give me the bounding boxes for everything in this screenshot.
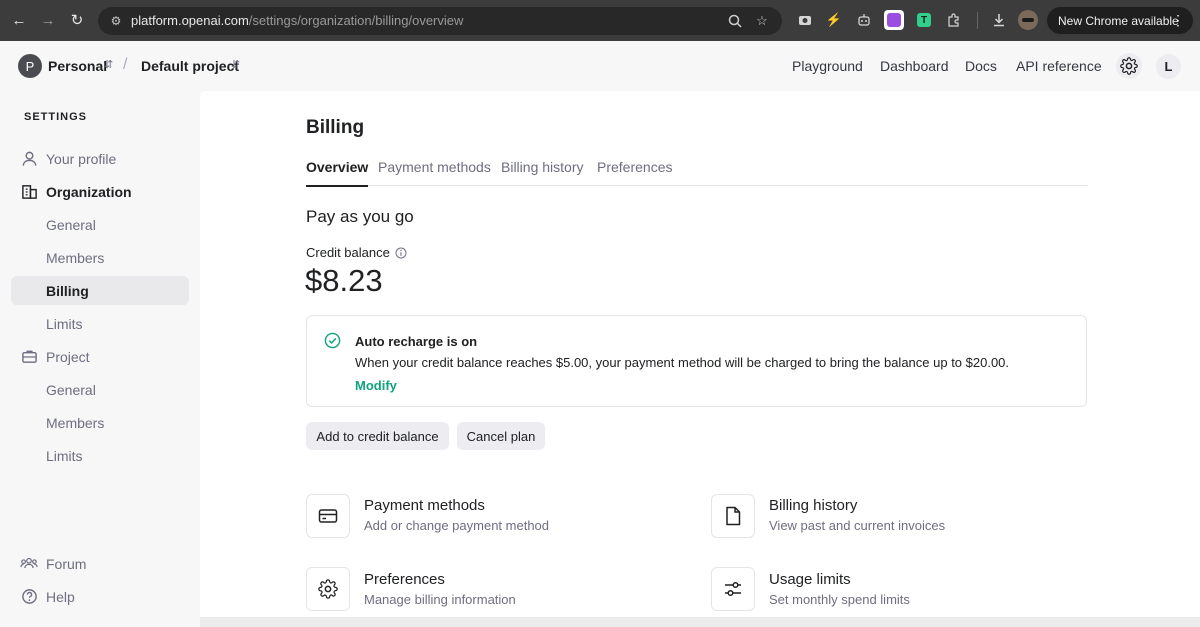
sidebar-item-billing[interactable]: Billing [11, 276, 189, 305]
sidebar-item-label: Organization [46, 184, 132, 200]
extension-camera-icon[interactable] [795, 10, 815, 30]
sidebar-item-label: Limits [46, 316, 83, 332]
more-dots-icon[interactable]: ⋮ [1171, 12, 1185, 29]
sidebar-item-label: General [46, 382, 96, 398]
auto-recharge-title: Auto recharge is on [355, 334, 478, 349]
card-title: Payment methods [364, 497, 485, 514]
org-selector[interactable]: Personal [48, 58, 107, 74]
sidebar-item-label: Members [46, 415, 105, 431]
nav-link-playground[interactable]: Playground [792, 58, 863, 74]
nav-link-docs[interactable]: Docs [965, 58, 997, 74]
billing-panel: Billing Overview Payment methods Billing… [200, 91, 1200, 621]
billing-tabs: Overview Payment methods Billing history… [306, 155, 1088, 187]
bookmark-star-icon[interactable]: ☆ [753, 12, 771, 30]
top-header: P Personal ⇵ / Default project ⇵ Playgro… [0, 41, 1200, 91]
extension-robot-icon[interactable] [854, 10, 874, 30]
url-text[interactable]: platform.openai.com/settings/organizatio… [131, 13, 463, 28]
credit-balance-value: $8.23 [305, 263, 383, 298]
card-subtitle: Add or change payment method [364, 518, 550, 533]
zoom-icon[interactable] [726, 12, 744, 30]
check-circle-icon [324, 332, 341, 349]
nav-link-api-reference[interactable]: API reference [1016, 58, 1102, 74]
sidebar-item-org-members[interactable]: Members [11, 243, 189, 272]
sidebar-item-label: Forum [46, 556, 87, 572]
profile-avatar-icon[interactable] [1018, 10, 1038, 30]
back-icon[interactable]: ← [8, 9, 30, 31]
sidebar-item-project-members[interactable]: Members [11, 408, 189, 437]
breadcrumb-separator: / [123, 56, 128, 73]
sliders-icon [711, 567, 755, 611]
url-path: /settings/organization/billing/overview [248, 13, 464, 28]
project-selector[interactable]: Default project [141, 58, 239, 74]
forward-icon[interactable]: → [37, 9, 59, 31]
url-host: platform.openai.com [131, 13, 249, 28]
sidebar-item-organization[interactable]: Organization [11, 177, 189, 206]
settings-gear-button[interactable] [1116, 53, 1142, 79]
gear-icon [306, 567, 350, 611]
sidebar-item-org-limits[interactable]: Limits [11, 309, 189, 338]
sidebar-item-label: Help [46, 589, 75, 605]
sidebar-item-label: Members [46, 250, 105, 266]
auto-recharge-description: When your credit balance reaches $5.00, … [355, 355, 1010, 370]
sidebar-item-help[interactable]: Help [11, 582, 189, 611]
extension-purple-icon[interactable] [884, 10, 904, 30]
person-icon [20, 149, 38, 167]
modify-link[interactable]: Modify [355, 378, 397, 393]
sidebar-item-project-limits[interactable]: Limits [11, 441, 189, 470]
sidebar-item-label: Limits [46, 448, 83, 464]
nav-link-dashboard[interactable]: Dashboard [880, 58, 949, 74]
card-title: Usage limits [769, 571, 851, 588]
sidebar-item-project-general[interactable]: General [11, 375, 189, 404]
settings-sidebar: SETTINGS Your profile Organization Gener… [0, 91, 200, 627]
plan-name: Pay as you go [306, 207, 414, 226]
sidebar-item-project[interactable]: Project [11, 342, 189, 371]
extensions-puzzle-icon[interactable] [944, 10, 964, 30]
download-icon[interactable] [989, 10, 1009, 30]
page-bottom-edge [200, 617, 1200, 627]
help-circle-icon [20, 587, 38, 605]
tab-overview[interactable]: Overview [306, 159, 369, 187]
new-chrome-label: New Chrome available [1058, 13, 1179, 28]
org-avatar[interactable]: P [18, 54, 42, 78]
sidebar-item-your-profile[interactable]: Your profile [11, 144, 189, 173]
people-icon [20, 554, 38, 572]
document-icon [711, 494, 755, 538]
page-title: Billing [306, 117, 365, 138]
sidebar-item-label: Billing [46, 283, 89, 299]
tab-preferences[interactable]: Preferences [597, 159, 672, 185]
extension-bolt-icon[interactable]: ⚡ [824, 10, 844, 30]
credit-balance-label: Credit balance [306, 245, 390, 260]
site-info-icon[interactable]: ⚙ [108, 13, 124, 29]
user-avatar[interactable]: L [1156, 54, 1181, 79]
tab-billing-history[interactable]: Billing history [501, 159, 583, 185]
briefcase-icon [20, 347, 38, 365]
gear-icon [1120, 57, 1138, 75]
sidebar-item-label: Project [46, 349, 90, 365]
sidebar-item-forum[interactable]: Forum [11, 549, 189, 578]
card-title: Preferences [364, 571, 445, 588]
sidebar-item-label: Your profile [46, 151, 117, 167]
card-subtitle: Set monthly spend limits [769, 592, 910, 607]
toolbar-divider [977, 12, 978, 29]
sidebar-heading: SETTINGS [24, 111, 88, 123]
building-icon [20, 182, 38, 200]
card-subtitle: View past and current invoices [769, 518, 946, 533]
tab-payment-methods[interactable]: Payment methods [378, 159, 491, 185]
chevron-updown-icon[interactable]: ⇵ [231, 58, 240, 71]
sidebar-item-org-general[interactable]: General [11, 210, 189, 239]
browser-toolbar: ← → ↻ ⚙ platform.openai.com/settings/org… [0, 0, 1200, 41]
cancel-plan-button[interactable]: Cancel plan [457, 422, 545, 450]
new-chrome-available-button[interactable]: New Chrome available ⋮ [1047, 7, 1193, 34]
card-title: Billing history [769, 497, 858, 514]
info-icon[interactable] [395, 246, 407, 259]
chevron-updown-icon[interactable]: ⇵ [104, 58, 113, 71]
sidebar-item-label: General [46, 217, 96, 233]
auto-recharge-card: Auto recharge is on When your credit bal… [306, 315, 1087, 407]
reload-icon[interactable]: ↻ [66, 9, 88, 31]
credit-card-icon [306, 494, 350, 538]
address-bar[interactable]: ⚙ platform.openai.com/settings/organizat… [98, 7, 782, 35]
add-to-credit-balance-button[interactable]: Add to credit balance [306, 422, 449, 450]
card-subtitle: Manage billing information [364, 592, 516, 607]
extension-t-icon[interactable]: T [914, 10, 934, 30]
